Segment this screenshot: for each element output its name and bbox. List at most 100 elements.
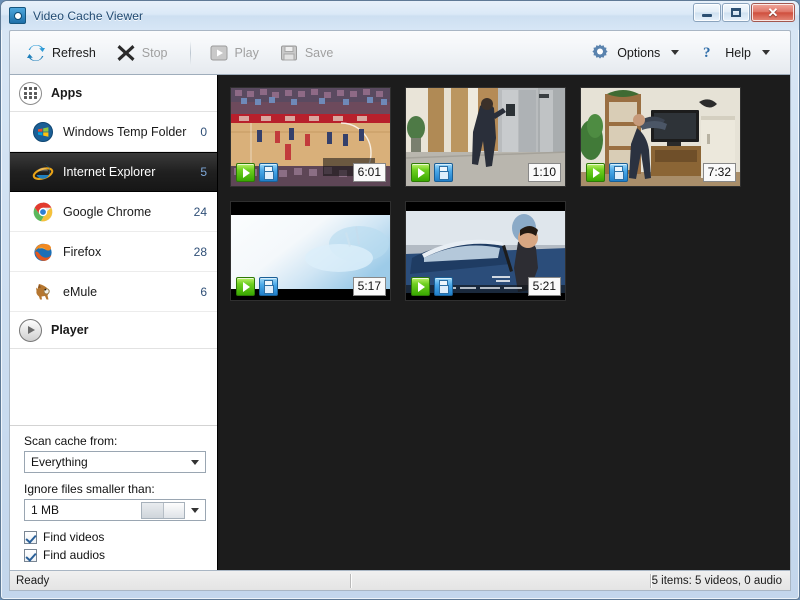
scan-cache-select[interactable]: Everything <box>24 451 206 473</box>
stop-button[interactable]: Stop <box>108 39 176 67</box>
close-button[interactable]: ✕ <box>751 3 795 22</box>
scan-cache-label: Scan cache from: <box>24 434 118 448</box>
sidebar-item-firefox[interactable]: Firefox 28 <box>10 232 217 272</box>
sidebar-item-emule[interactable]: eMule 6 <box>10 272 217 312</box>
app-window: Video Cache Viewer ✕ Refresh Stop Play S… <box>0 0 800 600</box>
thumbnail-item[interactable]: 1:10 <box>405 87 566 187</box>
refresh-icon <box>26 43 46 63</box>
sidebar-item-label: Windows Temp Folder <box>63 124 187 139</box>
ignore-files-label: Ignore files smaller than: <box>24 482 155 496</box>
sidebar-item-count: 28 <box>193 244 207 259</box>
save-icon <box>279 43 299 63</box>
thumbnail-item[interactable]: 7:32 <box>580 87 741 187</box>
save-overlay-icon[interactable] <box>434 163 453 182</box>
chevron-down-icon <box>671 50 680 55</box>
refresh-button[interactable]: Refresh <box>18 39 104 67</box>
save-button[interactable]: Save <box>271 39 342 67</box>
play-button[interactable]: Play <box>201 39 267 67</box>
sidebar-item-label: Google Chrome <box>63 204 152 219</box>
chevron-down-icon <box>762 50 770 55</box>
thumbnail-overlay-actions <box>411 277 453 296</box>
main-toolbar: Refresh Stop Play Save Options ? Help <box>9 30 791 75</box>
sidebar-item-google-chrome[interactable]: Google Chrome 24 <box>10 192 217 232</box>
ignore-files-value: 1 MB <box>31 503 60 517</box>
play-overlay-icon[interactable] <box>236 277 255 296</box>
app-grid-icon <box>19 81 42 105</box>
find-videos-label: Find videos <box>43 530 105 544</box>
options-button[interactable]: Options <box>583 39 687 67</box>
save-overlay-icon[interactable] <box>434 277 453 296</box>
sidebar-group-apps-label: Apps <box>51 86 83 100</box>
find-audios-label: Find audios <box>43 548 106 562</box>
sidebar-item-count: 6 <box>200 284 207 299</box>
save-overlay-icon[interactable] <box>609 163 628 182</box>
sidebar-item-windows-temp-folder[interactable]: Windows Temp Folder 0 <box>10 112 217 152</box>
ignore-files-stepper[interactable] <box>141 502 185 519</box>
thumbnail-overlay-actions <box>236 277 278 296</box>
checkbox-checked-icon <box>24 548 37 562</box>
chevron-down-icon <box>191 460 199 465</box>
sidebar-item-count: 0 <box>200 124 207 139</box>
question-mark-icon: ? <box>699 43 719 63</box>
title-bar: Video Cache Viewer ✕ <box>1 1 799 30</box>
svg-text:?: ? <box>703 45 711 61</box>
windows-logo-icon <box>32 121 54 143</box>
play-overlay-icon[interactable] <box>586 163 605 182</box>
checkbox-checked-icon <box>24 530 37 544</box>
play-icon <box>209 43 229 63</box>
firefox-icon <box>32 241 54 263</box>
sidebar-list: Apps Windows Temp Folder 0 Internet Expl… <box>10 75 217 425</box>
video-duration: 7:32 <box>702 163 736 182</box>
play-overlay-icon[interactable] <box>236 163 255 182</box>
sidebar-group-player-label: Player <box>51 323 89 337</box>
video-duration: 6:01 <box>352 163 386 182</box>
window-body: Apps Windows Temp Folder 0 Internet Expl… <box>9 75 791 571</box>
sidebar-item-count: 5 <box>200 165 207 179</box>
help-label: Help <box>725 45 751 60</box>
play-overlay-icon[interactable] <box>411 277 430 296</box>
thumbnail-item[interactable]: 6:01 <box>230 87 391 187</box>
options-label: Options <box>617 45 661 60</box>
play-label: Play <box>234 45 259 60</box>
google-chrome-icon <box>32 201 54 223</box>
save-overlay-icon[interactable] <box>259 163 278 182</box>
sidebar-group-apps[interactable]: Apps <box>10 75 217 112</box>
thumbnail-item[interactable]: 5:17 <box>230 201 391 301</box>
player-play-icon <box>19 318 42 342</box>
ignore-files-select[interactable]: 1 MB <box>24 499 206 521</box>
save-label: Save <box>304 45 334 60</box>
thumbnail-overlay-actions <box>586 163 628 182</box>
gear-icon <box>591 43 611 63</box>
minimize-button[interactable] <box>693 3 721 22</box>
sidebar-item-label: eMule <box>63 284 98 299</box>
status-divider <box>350 573 352 588</box>
status-message: Ready <box>16 574 50 587</box>
sidebar-item-label: Firefox <box>63 244 102 259</box>
video-duration: 1:10 <box>527 163 561 182</box>
stop-label: Stop <box>141 45 168 60</box>
find-videos-checkbox[interactable]: Find videos <box>24 530 205 544</box>
sidebar-item-count: 24 <box>193 204 207 219</box>
scan-cache-value: Everything <box>31 455 88 469</box>
play-overlay-icon[interactable] <box>411 163 430 182</box>
sidebar-group-player[interactable]: Player <box>10 312 217 349</box>
toolbar-separator <box>189 40 191 65</box>
sidebar-item-internet-explorer[interactable]: Internet Explorer 5 <box>10 152 217 192</box>
sidebar: Apps Windows Temp Folder 0 Internet Expl… <box>10 75 218 570</box>
thumbnail-grid: 6:01 1:10 7:32 5:17 5:21 <box>218 75 790 570</box>
video-duration: 5:17 <box>352 277 386 296</box>
refresh-label: Refresh <box>52 45 96 60</box>
thumbnail-item[interactable]: 5:21 <box>405 201 566 301</box>
find-audios-checkbox[interactable]: Find audios <box>24 548 205 562</box>
chevron-down-icon <box>191 508 199 513</box>
save-overlay-icon[interactable] <box>259 277 278 296</box>
sidebar-options-panel: Scan cache from: Everything Ignore files… <box>10 425 217 570</box>
window-title: Video Cache Viewer <box>33 8 144 23</box>
window-bottom-padding <box>1 591 799 599</box>
help-button[interactable]: ? Help <box>691 39 778 67</box>
internet-explorer-icon <box>32 161 54 183</box>
maximize-button[interactable] <box>722 3 750 22</box>
emule-donkey-icon <box>32 281 54 303</box>
video-duration: 5:21 <box>527 277 561 296</box>
window-controls: ✕ <box>693 3 795 22</box>
